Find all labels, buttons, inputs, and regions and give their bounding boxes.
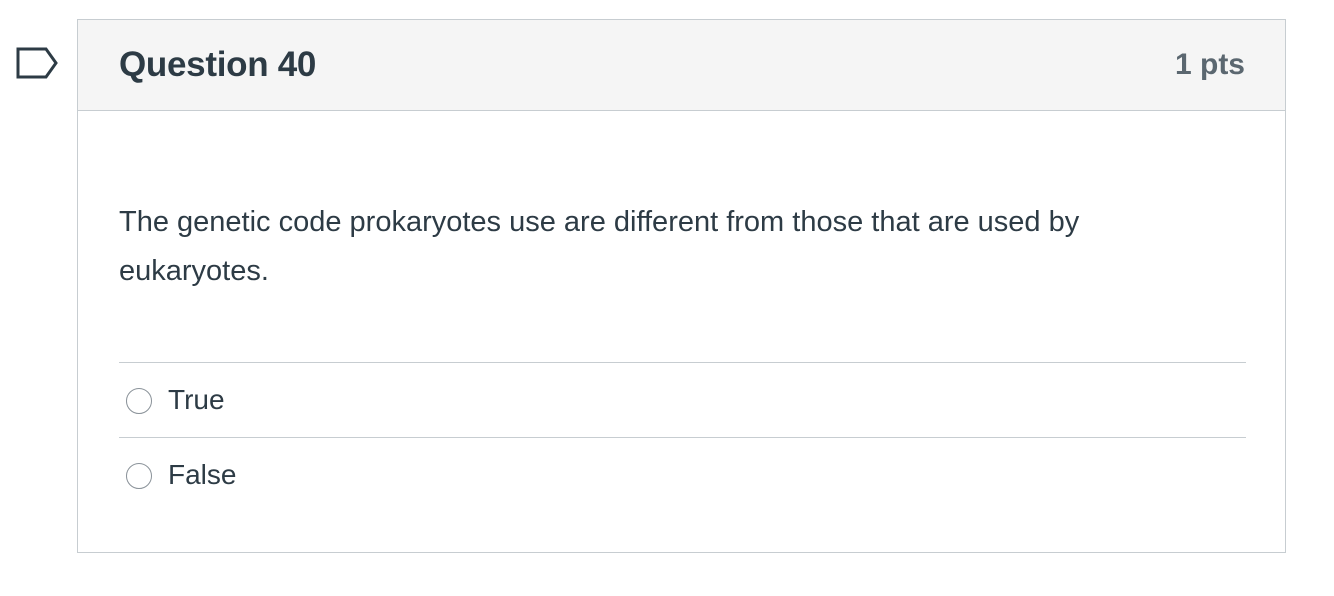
answer-list: True False	[119, 362, 1246, 512]
answer-option-true[interactable]: True	[119, 362, 1246, 437]
answer-option-false[interactable]: False	[119, 437, 1246, 512]
question-text: The genetic code prokaryotes use are dif…	[119, 206, 1080, 287]
question-card: Question 40 1 pts The genetic code proka…	[77, 19, 1286, 553]
radio-button-icon[interactable]	[126, 388, 152, 414]
flag-question-icon[interactable]	[16, 46, 60, 80]
question-title: Question 40	[119, 45, 317, 84]
radio-button-icon[interactable]	[126, 463, 152, 489]
answer-label[interactable]: False	[168, 459, 236, 491]
question-header: Question 40 1 pts	[78, 20, 1285, 111]
answer-label[interactable]: True	[168, 384, 225, 416]
question-points: 1 pts	[1174, 48, 1245, 81]
